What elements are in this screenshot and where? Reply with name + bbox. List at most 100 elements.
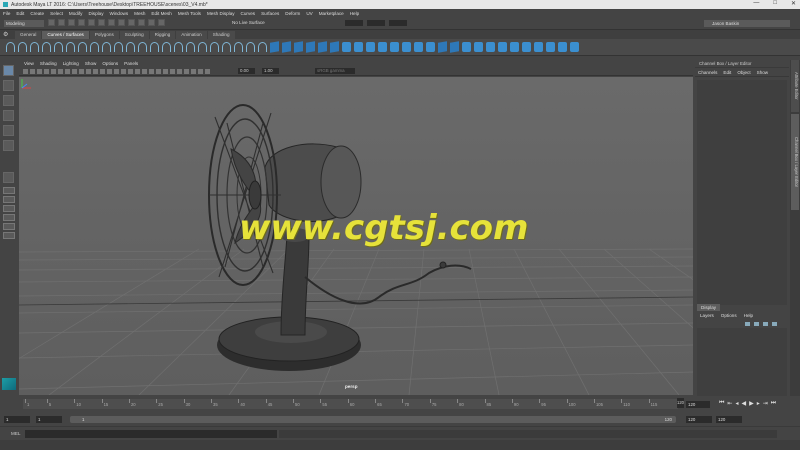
loft-icon[interactable]: [354, 42, 363, 52]
isolate-select-icon[interactable]: [184, 69, 189, 74]
snap-curve-icon[interactable]: [138, 19, 145, 26]
menu-file[interactable]: File: [3, 11, 10, 16]
step-forward-key-icon[interactable]: ⇥: [763, 400, 768, 407]
snap-grid-icon[interactable]: [128, 19, 135, 26]
range-slider-bar[interactable]: 1 120: [70, 416, 676, 423]
square-surface-icon[interactable]: [426, 42, 435, 52]
project-curve-icon[interactable]: [246, 42, 255, 52]
menu-modify[interactable]: Modify: [69, 11, 83, 16]
menu-edit[interactable]: Edit: [16, 11, 24, 16]
menu-mesh-display[interactable]: Mesh Display: [207, 11, 235, 16]
motion-blur-icon[interactable]: [163, 69, 168, 74]
redo-icon[interactable]: [88, 19, 95, 26]
outliner-layout-icon[interactable]: [3, 223, 15, 230]
select-camera-icon[interactable]: [23, 69, 28, 74]
menu-marketplace[interactable]: Marketplace: [319, 11, 344, 16]
move-layer-up-icon[interactable]: [745, 322, 750, 326]
maximize-button[interactable]: □: [773, 0, 777, 7]
bookmark-icon[interactable]: [37, 69, 42, 74]
smooth-shade-icon[interactable]: [114, 69, 119, 74]
detach-curves-icon[interactable]: [102, 42, 111, 52]
nurbs-cube-icon[interactable]: [282, 41, 291, 53]
resolution-gate-icon[interactable]: [72, 69, 77, 74]
panel-menu-show[interactable]: Show: [85, 60, 97, 67]
mel-label[interactable]: MEL: [11, 431, 20, 436]
options-menu[interactable]: Options: [721, 312, 737, 320]
extrude-icon[interactable]: [378, 42, 387, 52]
menu-mesh-tools[interactable]: Mesh Tools: [178, 11, 201, 16]
select-hierarchy-icon[interactable]: [98, 19, 105, 26]
arc-tool-icon[interactable]: [66, 42, 75, 52]
rebuild-curve-icon[interactable]: [162, 42, 171, 52]
menu-edit-mesh[interactable]: Edit Mesh: [151, 11, 171, 16]
trim-tool-icon[interactable]: [486, 42, 495, 52]
intersect-curves-icon[interactable]: [198, 42, 207, 52]
close-button[interactable]: ✕: [791, 0, 796, 7]
lasso-tool-icon[interactable]: [3, 80, 14, 91]
menu-create[interactable]: Create: [30, 11, 44, 16]
minimize-button[interactable]: —: [753, 0, 759, 7]
ep-curve-icon[interactable]: [42, 42, 51, 52]
image-plane-icon[interactable]: [44, 69, 49, 74]
nurbs-circle-icon[interactable]: [6, 42, 15, 52]
panel-menu-view[interactable]: View: [24, 60, 34, 67]
move-tool-icon[interactable]: [3, 110, 14, 121]
select-component-icon[interactable]: [118, 19, 125, 26]
panel-menu-panels[interactable]: Panels: [124, 60, 138, 67]
pencil-curve-icon[interactable]: [54, 42, 63, 52]
nurbs-cylinder-icon[interactable]: [294, 41, 303, 53]
input-x-field[interactable]: [345, 20, 363, 26]
duplicate-surface-curves-icon[interactable]: [234, 42, 243, 52]
anti-aliasing-icon[interactable]: [170, 69, 175, 74]
snap-plane-icon[interactable]: [158, 19, 165, 26]
play-backwards-icon[interactable]: ◀: [741, 400, 746, 407]
scene-start-field[interactable]: 1: [4, 416, 30, 423]
rotate-tool-icon[interactable]: [3, 125, 14, 136]
display-layer-tab[interactable]: Display: [697, 304, 721, 311]
attach-curves-icon[interactable]: [90, 42, 99, 52]
move-layer-down-icon[interactable]: [754, 322, 759, 326]
gamma-field[interactable]: 1.00: [262, 68, 279, 74]
grease-pencil-icon[interactable]: [51, 69, 56, 74]
wireframe-on-shaded-icon[interactable]: [128, 69, 133, 74]
input-z-field[interactable]: [389, 20, 407, 26]
nurbs-to-polygons-icon[interactable]: [558, 42, 567, 52]
menu-help[interactable]: Help: [350, 11, 359, 16]
rebuild-surface-icon[interactable]: [522, 42, 531, 52]
time-slider-track[interactable]: 1 5 10 15 20 25 30 35 40 45 50 55 60 65 70 75 80 85 90 95 10…: [23, 399, 678, 409]
persp-graph-layout-icon[interactable]: [3, 205, 15, 212]
extend-curve-icon[interactable]: [126, 42, 135, 52]
revolve-icon[interactable]: [342, 42, 351, 52]
menu-display[interactable]: Display: [88, 11, 103, 16]
shelf-gear-icon[interactable]: ⚙: [3, 32, 10, 39]
tab-general[interactable]: General: [15, 31, 42, 39]
grid-icon[interactable]: [58, 69, 63, 74]
menuset-dropdown[interactable]: Modeling: [4, 20, 44, 27]
current-frame-field[interactable]: 120: [686, 401, 710, 408]
live-surface-label[interactable]: No Live Surface: [232, 20, 265, 25]
insert-isoparm-icon[interactable]: [462, 42, 471, 52]
scene-end-field[interactable]: 120: [716, 416, 742, 423]
planar-icon[interactable]: [366, 42, 375, 52]
go-to-end-icon[interactable]: ⏭: [771, 400, 776, 407]
help-menu[interactable]: Help: [744, 312, 753, 320]
menu-curves[interactable]: Curves: [241, 11, 256, 16]
open-close-curve-icon[interactable]: [222, 42, 231, 52]
menu-windows[interactable]: Windows: [110, 11, 129, 16]
film-gate-icon[interactable]: [65, 69, 70, 74]
select-object-icon[interactable]: [108, 19, 115, 26]
persp-outliner-layout-icon[interactable]: [3, 196, 15, 203]
panel-menu-lighting[interactable]: Lighting: [63, 60, 79, 67]
bevel-plus-icon[interactable]: [402, 42, 411, 52]
color-space-field[interactable]: sRGB gamma: [315, 68, 355, 74]
paint-select-tool-icon[interactable]: [3, 95, 14, 106]
tab-rigging[interactable]: Rigging: [149, 31, 176, 39]
edit-menu[interactable]: Edit: [723, 68, 731, 76]
cv-curve-icon[interactable]: [30, 42, 39, 52]
four-view-layout-icon[interactable]: [3, 187, 15, 194]
bezier-curve-icon[interactable]: [78, 42, 87, 52]
channel-box-tab[interactable]: Channel Box / Layer Editor: [791, 114, 799, 210]
stitch-icon[interactable]: [546, 42, 555, 52]
curve-editing-tool-icon[interactable]: [258, 42, 267, 52]
textured-icon[interactable]: [135, 69, 140, 74]
